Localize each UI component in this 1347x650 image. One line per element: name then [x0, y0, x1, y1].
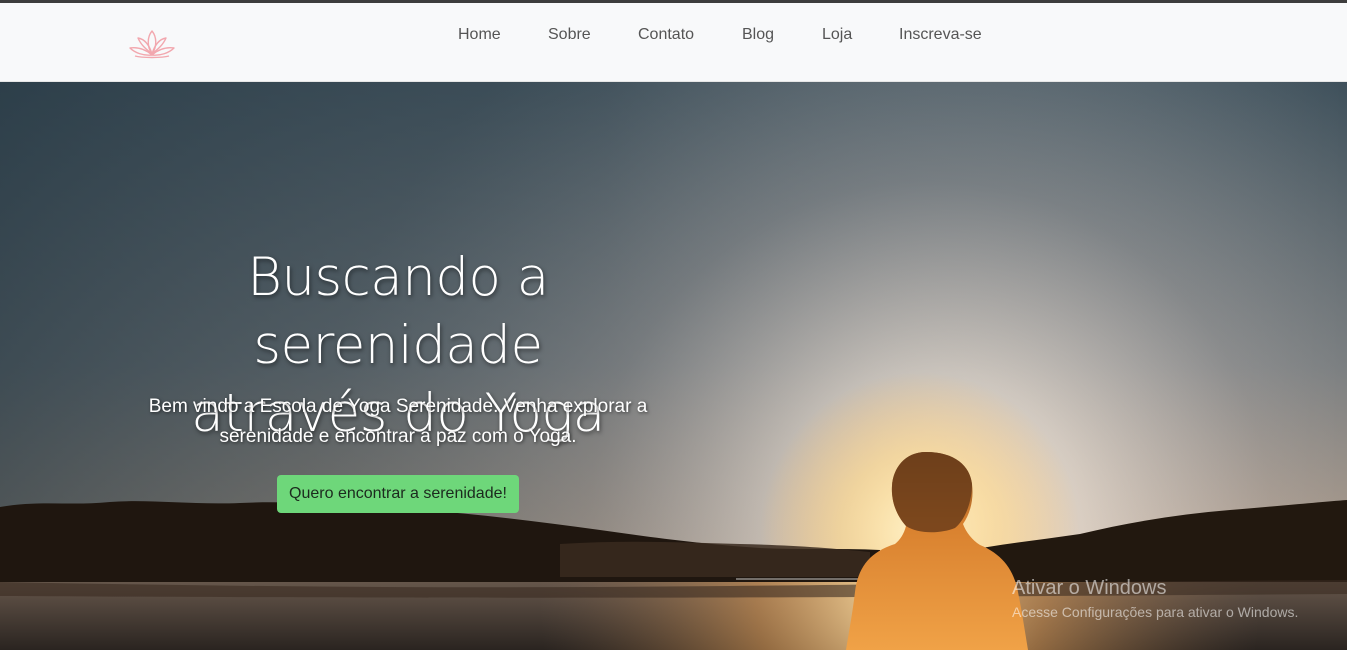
nav-link-inscreva-se[interactable]: Inscreva-se [899, 25, 982, 45]
watermark-title: Ativar o Windows [1012, 577, 1167, 599]
cta-button[interactable]: Quero encontrar a serenidade! [277, 475, 519, 513]
hero-subtitle: Bem vindo a Escola de Yoga Serenidade. V… [138, 392, 658, 452]
nav-link-home[interactable]: Home [458, 25, 501, 45]
windows-activation-watermark: Ativar o Windows Acesse Configurações pa… [1012, 576, 1342, 622]
nav-link-loja[interactable]: Loja [822, 25, 852, 45]
nav-link-sobre[interactable]: Sobre [548, 25, 591, 45]
nav-link-blog[interactable]: Blog [742, 25, 774, 45]
main-nav: Home Sobre Contato Blog Loja Inscreva-se [0, 3, 1347, 82]
hero-section: Buscando a serenidade através do Yoga Be… [0, 82, 1347, 650]
watermark-subtitle: Acesse Configurações para ativar o Windo… [1012, 604, 1299, 620]
hero-title-line1: Buscando a serenidade [247, 247, 549, 376]
hero-subtitle-line1: Bem vindo a Escola de Yoga Serenidade. V… [148, 396, 648, 417]
nav-link-contato[interactable]: Contato [638, 25, 694, 45]
navbar: Home Sobre Contato Blog Loja Inscreva-se [0, 3, 1347, 82]
hero-subtitle-line2: serenidade e encontrar a paz com o Yoga. [219, 426, 577, 447]
